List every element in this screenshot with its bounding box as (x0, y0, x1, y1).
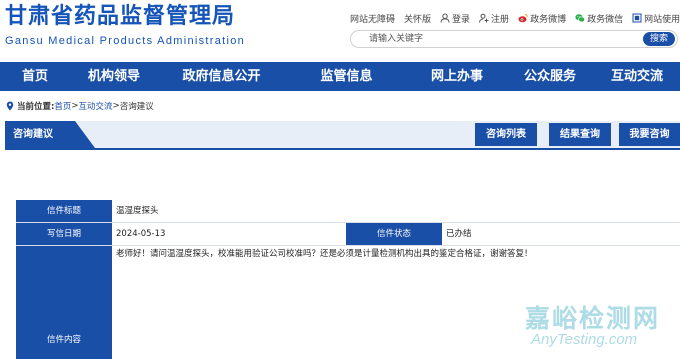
site-search: 搜索 (350, 30, 678, 48)
breadcrumb-separator: > (112, 101, 120, 111)
breadcrumb-separator: > (71, 101, 79, 111)
site-guide-link[interactable]: 网站使用指南 (632, 12, 680, 25)
top-links: 网站无障碍 关怀版 登录 注册 政务微博 政务微信 网站使用指南 (350, 11, 680, 25)
site-logo-subtitle: Gansu Medical Products Administration (5, 35, 246, 47)
wechat-link[interactable]: 政务微信 (575, 12, 623, 25)
watermark-logo-en: AnyTesting.com (531, 331, 638, 348)
letter-meta-row: 写信日期 2024-05-13 信件状态 已办结 (16, 223, 680, 246)
search-input[interactable] (369, 32, 609, 46)
nav-item-interaction[interactable]: 互动交流 (594, 62, 680, 91)
register-link[interactable]: 注册 (479, 12, 509, 25)
section-title: 咨询建议 (13, 129, 53, 140)
location-pin-icon (6, 101, 14, 111)
nav-item-online-services[interactable]: 网上办事 (408, 62, 506, 91)
letter-title-row: 信件标题 温湿度探头 (16, 200, 680, 223)
letter-title-value: 温湿度探头 (116, 206, 159, 216)
ask-question-button[interactable]: 我要咨询 (619, 123, 680, 146)
guide-icon (632, 13, 642, 23)
letter-title-label: 信件标题 (16, 200, 112, 222)
breadcrumb-current: 咨询建议 (119, 102, 154, 112)
breadcrumb-prefix: 当前位置: (17, 102, 55, 112)
login-link[interactable]: 登录 (440, 12, 470, 25)
main-nav: 首页 机构领导 政府信息公开 监管信息 网上办事 公众服务 互动交流 (0, 62, 680, 91)
weibo-link[interactable]: 政务微博 (518, 12, 566, 25)
consult-list-button[interactable]: 咨询列表 (475, 123, 537, 146)
breadcrumb-interaction[interactable]: 互动交流 (79, 100, 113, 112)
breadcrumb-home[interactable]: 首页 (54, 100, 71, 112)
weibo-icon (518, 14, 528, 23)
letter-content-label: 信件内容 (16, 246, 112, 359)
user-icon (440, 13, 450, 23)
letter-date-value: 2024-05-13 (116, 229, 166, 239)
nav-item-regulation[interactable]: 监管信息 (285, 62, 408, 91)
section-bar: 咨询建议 咨询列表 结果查询 我要咨询 (5, 121, 680, 150)
accessibility-link[interactable]: 网站无障碍 (350, 12, 395, 25)
site-logo-title[interactable]: 甘肃省药品监督管理局 (5, 3, 235, 31)
nav-item-leadership[interactable]: 机构领导 (70, 62, 158, 91)
letter-status-label: 信件状态 (346, 223, 442, 245)
letter-content-value: 老师好！请问温湿度探头，校准能用验证公司校准吗？还是必须是计量检测机构出具的鉴定… (116, 249, 533, 259)
site-header: 甘肃省药品监督管理局 Gansu Medical Products Admini… (0, 0, 680, 62)
search-button[interactable]: 搜索 (643, 32, 675, 46)
care-mode-link[interactable]: 关怀版 (404, 12, 431, 25)
wechat-icon (575, 14, 585, 23)
register-icon (479, 13, 489, 23)
nav-item-home[interactable]: 首页 (0, 62, 70, 91)
nav-item-public-services[interactable]: 公众服务 (506, 62, 594, 91)
result-query-button[interactable]: 结果查询 (549, 123, 611, 146)
watermark-logo-cn: 嘉峪检测网 (525, 304, 661, 333)
letter-date-label: 写信日期 (16, 223, 112, 245)
breadcrumb: 当前位置: 首页 > 互动交流 > 咨询建议 (6, 100, 154, 112)
letter-status-value: 已办结 (446, 229, 472, 239)
nav-item-gov-info[interactable]: 政府信息公开 (158, 62, 285, 91)
